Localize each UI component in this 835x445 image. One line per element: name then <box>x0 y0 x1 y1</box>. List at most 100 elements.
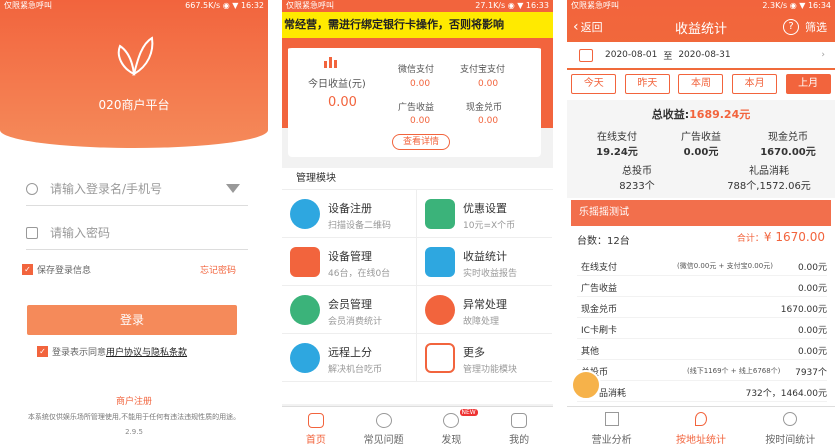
avatar[interactable] <box>571 370 601 400</box>
username-placeholder: 请输入登录名/手机号 <box>50 182 163 196</box>
item-value: 0.00元 <box>797 263 827 273</box>
butterfly-logo-icon <box>117 36 154 77</box>
tab-home[interactable]: 首页 <box>282 407 350 445</box>
sum-label: 合计： <box>736 234 764 244</box>
tile-exception[interactable]: 异常处理 故障处理 <box>417 286 552 334</box>
tile-title: 设备注册 <box>328 202 372 215</box>
date-to[interactable]: 2020-08-31 <box>678 50 730 60</box>
status-carrier: 仅限紧急呼叫 <box>571 1 619 10</box>
tab-faq[interactable]: 常见问题 <box>350 407 418 445</box>
summary-panel: 总收益:1689.24元 在线支付 19.24元 广告收益 0.00元 现金兑币 16… <box>567 100 835 198</box>
alipay-label: 支付宝支付 <box>460 65 506 75</box>
tile-subtitle: 扫描设备二维码 <box>328 221 392 231</box>
status-info: 27.1K/s ◉ ▼ 16:33 <box>475 1 549 10</box>
username-field[interactable]: 请输入登录名/手机号 <box>26 172 248 206</box>
tile-title: 更多 <box>463 346 485 359</box>
tab-label: 我的 <box>509 435 530 445</box>
tab-label: 营业分析 <box>591 435 632 445</box>
tile-device-register[interactable]: 设备注册 扫描设备二维码 <box>282 190 417 238</box>
password-field[interactable]: 请输入密码 <box>26 216 248 250</box>
module-title: 管理模块 <box>282 168 553 190</box>
remember-checkbox[interactable]: ✓ 保存登录信息 <box>22 263 91 276</box>
tile-member-manage[interactable]: 会员管理 会员消费统计 <box>282 286 417 334</box>
app-title: 020商户平台 <box>98 98 170 112</box>
tab-yesterday[interactable]: 昨天 <box>624 74 670 94</box>
login-header: 仅限紧急呼叫 667.5K/s ◉ ▼ 16:32 020商户平台 <box>0 0 268 148</box>
tile-subtitle: 管理功能模块 <box>463 365 518 375</box>
register-link[interactable]: 商户注册 <box>0 394 268 407</box>
tab-label: 按地址统计 <box>675 435 726 445</box>
stat-label: 总投币 <box>622 166 652 177</box>
stat-value: 19.24元 <box>596 147 638 158</box>
total-value: 1689.24元 <box>689 108 751 121</box>
dropdown-caret-icon[interactable] <box>226 184 240 193</box>
help-icon[interactable]: ? <box>783 19 799 35</box>
lock-icon <box>26 226 38 239</box>
item-label: 广告收益 <box>581 284 618 294</box>
tile-discount[interactable]: 优惠设置 10元=X个币 <box>417 190 552 238</box>
checkbox-checked-icon: ✓ <box>22 264 33 275</box>
chevron-right-icon[interactable]: › <box>821 50 825 60</box>
sum-total: 合计：¥ 1670.00 <box>737 230 825 244</box>
back-arrow-icon[interactable]: ‹ <box>573 19 579 35</box>
bottom-tab-bar: 首页 常见问题 发现 NEW 我的 <box>282 406 553 445</box>
agreement-link[interactable]: 用户协议与隐私条款 <box>106 345 187 358</box>
tab-last-month[interactable]: 上月 <box>785 74 831 94</box>
view-details-button[interactable]: 查看详情 <box>392 134 450 150</box>
home-screen: 仅限紧急呼叫 27.1K/s ◉ ▼ 16:33 常经营，需进行绑定银行卡操作，… <box>282 0 553 445</box>
calendar-icon <box>579 48 593 62</box>
tab-today[interactable]: 今天 <box>571 74 617 94</box>
stat-value: 0.00元 <box>683 147 719 158</box>
tab-mine[interactable]: 我的 <box>485 407 553 445</box>
wechat-label: 微信支付 <box>398 65 435 75</box>
date-range[interactable]: 2020-08-01 至 2020-08-31 › <box>567 42 835 68</box>
income-stats-screen: 仅限紧急呼叫 2.3K/s ◉ ▼ 16:34 ‹ 返回 收益统计 ? 筛选 2… <box>567 0 835 445</box>
tab-label: 发现 <box>441 435 462 445</box>
clock-icon <box>783 412 798 426</box>
help-icon <box>375 413 392 428</box>
tab-discover[interactable]: 发现 NEW <box>418 407 486 445</box>
tile-subtitle: 会员消费统计 <box>328 317 383 327</box>
login-button[interactable]: 登录 <box>27 305 237 335</box>
tile-device-manage[interactable]: 设备管理 46台，在线0台 <box>282 238 417 286</box>
list-item: 广告收益 0.00元 <box>577 277 827 297</box>
stat-online: 在线支付 19.24元 <box>577 128 657 158</box>
status-info: 667.5K/s ◉ ▼ 16:32 <box>185 1 264 10</box>
cash-value: 0.00 <box>478 116 499 126</box>
wechat-value: 0.00 <box>410 79 431 89</box>
tab-by-time[interactable]: 按时间统计 <box>746 407 835 445</box>
filter-button[interactable]: 筛选 <box>805 19 827 35</box>
tile-income-stats[interactable]: 收益统计 实时收益报告 <box>417 238 552 286</box>
back-button[interactable]: 返回 <box>581 19 603 35</box>
item-value: 0.00元 <box>797 284 827 294</box>
tab-by-address[interactable]: 按地址统计 <box>656 407 745 445</box>
version-text: 2.9.5 <box>125 428 143 436</box>
stat-coins: 总投币 8233个 <box>587 162 687 192</box>
item-value: 0.00元 <box>797 326 827 336</box>
list-item: 在线支付 (微信0.00元 + 支付宝0.00元) 0.00元 <box>577 256 827 276</box>
item-value: 7937个 <box>795 368 827 378</box>
wifi-icon <box>290 199 320 229</box>
tile-more[interactable]: 更多 管理功能模块 <box>417 334 552 382</box>
tile-subtitle: 故障处理 <box>463 317 500 327</box>
tab-label: 首页 <box>305 435 326 445</box>
tile-remote-credit[interactable]: 远程上分 解决机台吃币 <box>282 334 417 382</box>
date-from[interactable]: 2020-08-01 <box>605 50 657 60</box>
stat-label: 在线支付 <box>597 132 637 143</box>
ad-value: 0.00 <box>410 116 431 126</box>
agreement-checkbox[interactable]: ✓ 登录表示同意 用户协议与隐私条款 <box>37 345 187 358</box>
tab-business-analysis[interactable]: 营业分析 <box>567 407 656 445</box>
status-info: 2.3K/s ◉ ▼ 16:34 <box>762 1 831 10</box>
forgot-password-link[interactable]: 忘记密码 <box>200 263 236 276</box>
stat-label: 广告收益 <box>681 132 721 143</box>
remember-label: 保存登录信息 <box>37 266 92 276</box>
tab-this-month[interactable]: 本月 <box>732 74 778 94</box>
password-placeholder: 请输入密码 <box>50 226 111 240</box>
today-income-label: 今日收益(元) <box>308 79 366 90</box>
status-carrier: 仅限紧急呼叫 <box>4 1 52 10</box>
agreement-prefix: 登录表示同意 <box>52 348 107 358</box>
item-value: 1670.00元 <box>780 305 827 315</box>
today-income-value: 0.00 <box>328 95 357 110</box>
tab-this-week[interactable]: 本周 <box>678 74 724 94</box>
notice-marquee[interactable]: 常经营，需进行绑定银行卡操作，否则将影响 <box>282 12 553 38</box>
